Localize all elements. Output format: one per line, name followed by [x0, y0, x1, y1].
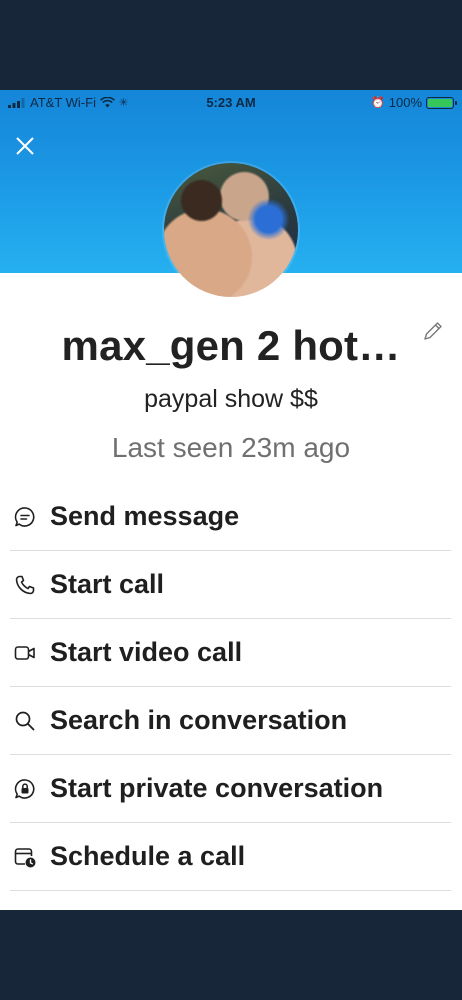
start-private-conversation-button[interactable]: Start private conversation — [10, 755, 451, 823]
search-in-conversation-button[interactable]: Search in conversation — [10, 687, 451, 755]
message-icon — [12, 504, 38, 530]
alarm-icon: ⏰ — [371, 97, 385, 109]
schedule-call-label: Schedule a call — [50, 841, 246, 871]
send-message-label: Send message — [50, 501, 240, 531]
battery-percent: 100% — [388, 95, 422, 110]
battery-icon — [426, 96, 457, 109]
close-icon[interactable] — [14, 135, 36, 157]
status-bar: AT&T Wi-Fi ✳ 5:23 AM ⏰ 100% — [0, 90, 462, 114]
phone-icon — [12, 572, 38, 598]
avatar[interactable] — [164, 163, 298, 297]
video-icon — [12, 640, 38, 666]
profile-name: max_gen 2 hot… — [61, 322, 401, 369]
calendar-clock-icon — [12, 844, 38, 870]
send-message-button[interactable]: Send message — [10, 483, 451, 551]
lock-chat-icon — [12, 776, 38, 802]
start-video-call-button[interactable]: Start video call — [10, 619, 451, 687]
profile-status-message: paypal show $$ — [144, 385, 318, 413]
start-private-conversation-label: Start private conversation — [50, 773, 384, 803]
start-call-label: Start call — [50, 569, 165, 599]
skype-profile-screen: AT&T Wi-Fi ✳ 5:23 AM ⏰ 100% max_gen 2 ho… — [0, 90, 462, 910]
last-seen-text: Last seen 23m ago — [111, 432, 351, 463]
schedule-call-button[interactable]: Schedule a call — [10, 823, 451, 891]
pencil-icon[interactable] — [422, 320, 444, 342]
start-call-button[interactable]: Start call — [10, 551, 451, 619]
start-video-call-label: Start video call — [50, 637, 243, 667]
status-right: ⏰ 100% — [371, 95, 457, 110]
search-in-conversation-label: Search in conversation — [50, 705, 348, 735]
search-icon — [12, 708, 38, 734]
action-list: Send message Start call Start video call — [10, 483, 451, 891]
